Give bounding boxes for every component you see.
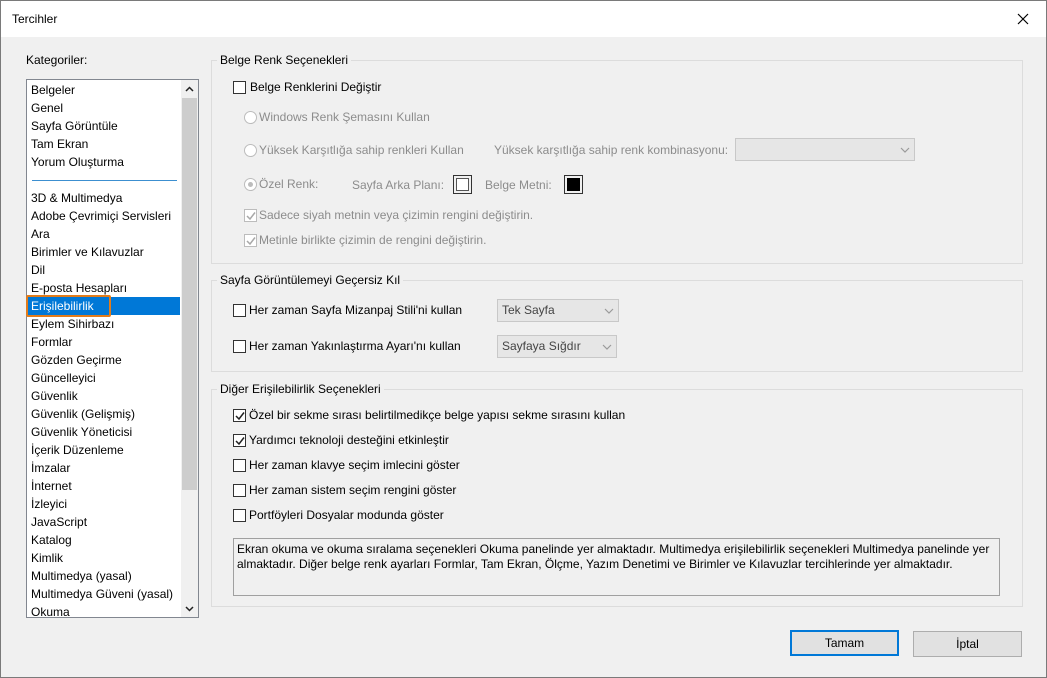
page-bg-label: Sayfa Arka Planı: bbox=[352, 178, 445, 192]
category-item-katalog[interactable]: Katalog bbox=[28, 531, 180, 549]
zoom-combo-value: Sayfaya Sığdır bbox=[502, 339, 581, 353]
category-item-javascript[interactable]: JavaScript bbox=[28, 513, 180, 531]
list-separator bbox=[32, 180, 177, 181]
layout-combo[interactable]: Tek Sayfa bbox=[497, 299, 619, 322]
category-item-adobe-cevrimici-servisleri[interactable]: Adobe Çevrimiçi Servisleri bbox=[28, 207, 180, 225]
other-option-label-2: Yardımcı teknoloji desteğini etkinleştir bbox=[249, 433, 449, 447]
preferences-dialog: Tercihler Kategoriler: Belgeler Genel Sayf… bbox=[0, 0, 1047, 678]
other-option-checkbox-5[interactable] bbox=[233, 509, 246, 522]
line-art-checkbox[interactable] bbox=[244, 234, 257, 247]
zoom-label: Her zaman Yakınlaştırma Ayarı'nı kullan bbox=[249, 339, 461, 353]
chevron-down-icon bbox=[602, 344, 612, 350]
other-option-checkbox-2[interactable] bbox=[233, 434, 246, 447]
zoom-checkbox[interactable] bbox=[233, 340, 246, 353]
category-item-imzalar[interactable]: İmzalar bbox=[28, 459, 180, 477]
category-item-sayfa-goruntule[interactable]: Sayfa Görüntüle bbox=[28, 117, 180, 135]
layout-checkbox[interactable] bbox=[233, 304, 246, 317]
categories-label: Kategoriler: bbox=[26, 53, 88, 67]
high-contrast-combo[interactable] bbox=[735, 138, 915, 161]
categories-list[interactable]: Belgeler Genel Sayfa Görüntüle Tam Ekran Yor… bbox=[26, 79, 199, 618]
doc-text-color bbox=[567, 178, 580, 191]
info-text-box: Ekran okuma ve okuma sıralama seçenekler… bbox=[233, 538, 1000, 596]
checkmark-icon bbox=[235, 412, 245, 421]
scroll-thumb[interactable] bbox=[182, 98, 197, 490]
category-item-ara[interactable]: Ara bbox=[28, 225, 180, 243]
category-item-gozden-gecirme[interactable]: Gözden Geçirme bbox=[28, 351, 180, 369]
layout-label: Her zaman Sayfa Mizanpaj Stili'ni kullan bbox=[249, 303, 463, 317]
other-option-label-3: Her zaman klavye seçim imlecini göster bbox=[249, 458, 460, 472]
zoom-combo[interactable]: Sayfaya Sığdır bbox=[497, 335, 617, 358]
scroll-up-button[interactable] bbox=[181, 80, 198, 97]
category-item-izleyici[interactable]: İzleyici bbox=[28, 495, 180, 513]
category-item-birimler-ve-kilavuzlar[interactable]: Birimler ve Kılavuzlar bbox=[28, 243, 180, 261]
black-text-only-checkbox[interactable] bbox=[244, 209, 257, 222]
info-text: Ekran okuma ve okuma sıralama seçenekler… bbox=[237, 542, 990, 571]
other-option-label-4: Her zaman sistem seçim rengini göster bbox=[249, 483, 457, 497]
scroll-down-button[interactable] bbox=[181, 600, 198, 617]
chevron-up-icon bbox=[185, 85, 194, 92]
category-item-e-posta-hesaplari[interactable]: E-posta Hesapları bbox=[28, 279, 180, 297]
category-item-multimedya-yasal[interactable]: Multimedya (yasal) bbox=[28, 567, 180, 585]
windows-scheme-label: Windows Renk Şemasını Kullan bbox=[259, 110, 430, 124]
doc-text-swatch[interactable] bbox=[564, 175, 583, 194]
other-option-checkbox-4[interactable] bbox=[233, 484, 246, 497]
page-bg-swatch[interactable] bbox=[453, 175, 472, 194]
radio-dot bbox=[248, 182, 253, 187]
category-item-formlar[interactable]: Formlar bbox=[28, 333, 180, 351]
checkmark-icon bbox=[235, 437, 245, 446]
other-option-checkbox-3[interactable] bbox=[233, 459, 246, 472]
category-item-genel[interactable]: Genel bbox=[28, 99, 180, 117]
category-item-guncelleyici[interactable]: Güncelleyici bbox=[28, 369, 180, 387]
custom-color-radio[interactable] bbox=[244, 178, 257, 191]
title-bar: Tercihler bbox=[1, 1, 1046, 37]
close-button[interactable] bbox=[1000, 1, 1046, 37]
other-options-group-title: Diğer Erişilebilirlik Seçenekleri bbox=[217, 382, 384, 396]
category-item-guvenlik[interactable]: Güvenlik bbox=[28, 387, 180, 405]
category-item-eylem-sihirbazi[interactable]: Eylem Sihirbazı bbox=[28, 315, 180, 333]
category-item-dil[interactable]: Dil bbox=[28, 261, 180, 279]
checkmark-icon bbox=[246, 237, 256, 246]
line-art-label: Metinle birlikte çizimin de rengini deği… bbox=[259, 233, 487, 247]
cancel-button[interactable]: İptal bbox=[913, 631, 1022, 657]
category-item-yorum-olusturma[interactable]: Yorum Oluşturma bbox=[28, 153, 180, 171]
chevron-down-icon bbox=[900, 147, 910, 153]
category-item-guvenlik-yoneticisi[interactable]: Güvenlik Yöneticisi bbox=[28, 423, 180, 441]
category-item-erisilebilirlik[interactable]: Erişilebilirlik bbox=[28, 297, 180, 315]
category-item-icerik-duzenleme[interactable]: İçerik Düzenleme bbox=[28, 441, 180, 459]
page-display-group bbox=[211, 280, 1023, 372]
black-text-only-label: Sadece siyah metnin veya çizimin rengini… bbox=[259, 208, 534, 222]
layout-combo-value: Tek Sayfa bbox=[502, 303, 555, 317]
other-option-label-5: Portföyleri Dosyalar modunda göster bbox=[249, 508, 444, 522]
page-bg-color bbox=[456, 178, 469, 191]
replace-colors-label: Belge Renklerini Değiştir bbox=[250, 80, 382, 94]
chevron-down-icon bbox=[185, 605, 194, 612]
category-item-guvenlik-gelismis[interactable]: Güvenlik (Gelişmiş) bbox=[28, 405, 180, 423]
high-contrast-label: Yüksek Karşıtlığa sahip renkleri Kullan bbox=[259, 143, 464, 157]
windows-scheme-radio[interactable] bbox=[244, 111, 257, 124]
high-contrast-combo-label: Yüksek karşıtlığa sahip renk kombinasyon… bbox=[494, 143, 729, 157]
checkmark-icon bbox=[246, 212, 256, 221]
category-item-tam-ekran[interactable]: Tam Ekran bbox=[28, 135, 180, 153]
high-contrast-radio[interactable] bbox=[244, 144, 257, 157]
doc-color-group-title: Belge Renk Seçenekleri bbox=[217, 53, 352, 67]
category-item-okuma[interactable]: Okuma bbox=[28, 603, 180, 617]
chevron-down-icon bbox=[604, 308, 614, 314]
category-item-belgeler[interactable]: Belgeler bbox=[28, 81, 180, 99]
list-scrollbar[interactable] bbox=[181, 80, 198, 617]
other-option-label-1: Özel bir sekme sırası belirtilmedikçe be… bbox=[249, 408, 626, 422]
replace-colors-checkbox[interactable] bbox=[233, 81, 246, 94]
category-item-3d-multimedya[interactable]: 3D & Multimedya bbox=[28, 189, 180, 207]
category-item-internet[interactable]: İnternet bbox=[28, 477, 180, 495]
ok-button[interactable]: Tamam bbox=[790, 630, 899, 656]
doc-text-label: Belge Metni: bbox=[485, 178, 552, 192]
custom-color-label: Özel Renk: bbox=[259, 177, 319, 191]
category-item-kimlik[interactable]: Kimlik bbox=[28, 549, 180, 567]
category-item-multimedya-guveni-yasal[interactable]: Multimedya Güveni (yasal) bbox=[28, 585, 180, 603]
close-icon bbox=[1017, 13, 1029, 25]
dialog-title: Tercihler bbox=[12, 12, 58, 26]
other-option-checkbox-1[interactable] bbox=[233, 409, 246, 422]
page-display-group-title: Sayfa Görüntülemeyi Geçersiz Kıl bbox=[217, 273, 404, 287]
